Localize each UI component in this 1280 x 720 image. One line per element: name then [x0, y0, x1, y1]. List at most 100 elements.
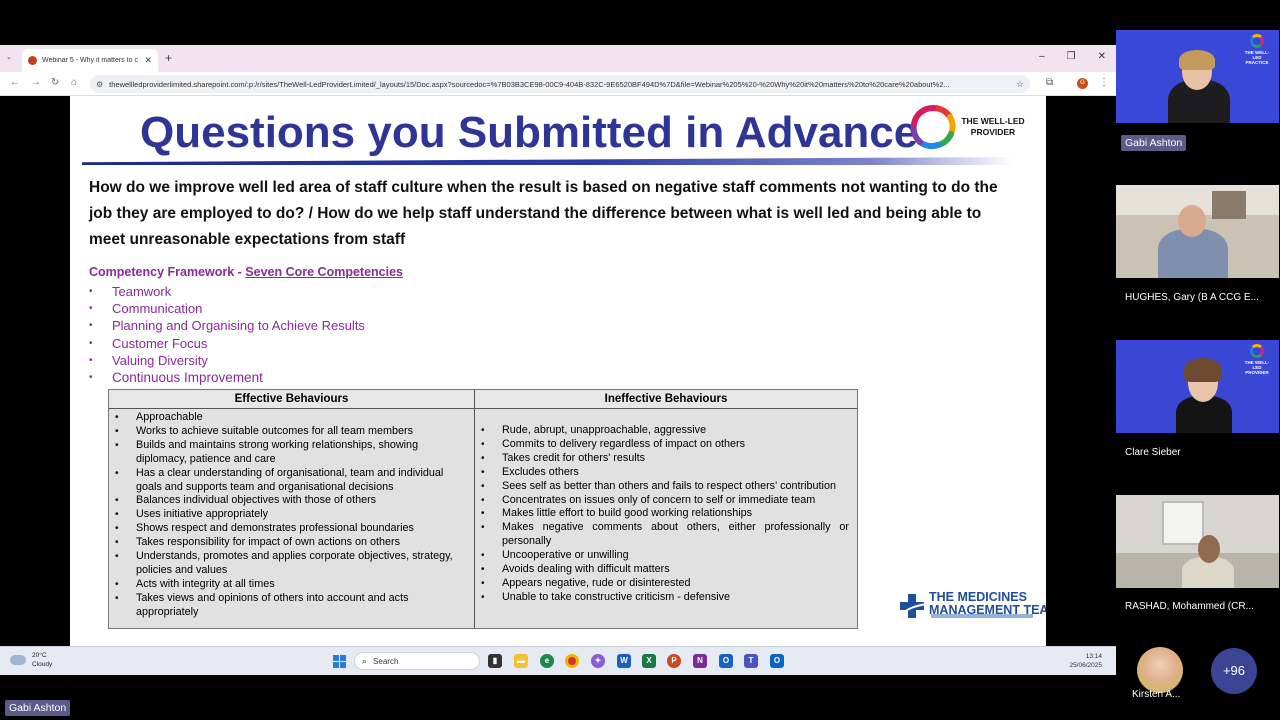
word-icon[interactable]: W — [617, 654, 631, 668]
list-item: Balances individual objectives with thos… — [115, 494, 466, 508]
participant-name: Kirsten A... — [1132, 689, 1181, 700]
active-speaker-badge: Gabi Ashton — [5, 700, 71, 716]
participant-face — [1198, 535, 1220, 563]
competency-item: • Communication — [89, 301, 203, 317]
effective-behaviours-header: Effective Behaviours — [109, 390, 474, 409]
competency-list: • Teamwork • Communication • Planning and O… — [89, 283, 365, 386]
forward-icon[interactable]: → — [31, 77, 41, 88]
list-item: Appears negative, rude or disinterested — [481, 577, 849, 591]
list-item: Rude, abrupt, unapproachable, aggressive — [481, 424, 849, 438]
edge-icon[interactable]: e — [540, 654, 554, 668]
list-item: Unable to take constructive criticism - … — [481, 591, 849, 605]
tab-title: Webinar 5 - Why it matters to c — [42, 57, 138, 64]
windows-taskbar: 20°C Cloudy ⌕ Search ▮ ▬ e ✦ W X P N O T O… — [0, 646, 1116, 675]
list-item: Makes negative comments about others, ei… — [481, 521, 849, 549]
reload-icon[interactable]: ↻ — [51, 77, 59, 88]
medicines-management-team-logo: THE MEDICINES MANAGEMENT TEAM — [898, 590, 1046, 622]
more-participants-button[interactable]: +96 — [1211, 648, 1257, 694]
browser-tab-bar: ⌄ Webinar 5 - Why it matters to c ✕ + – … — [0, 45, 1116, 72]
well-led-logo-icon — [1250, 344, 1264, 358]
list-item: Concentrates on issues only of concern t… — [481, 494, 849, 508]
medical-cross-icon — [900, 594, 927, 618]
outlook-new-icon[interactable]: O — [770, 654, 784, 668]
more-menu-icon[interactable]: ⋮ — [1099, 77, 1109, 88]
weather-widget[interactable]: 20°C Cloudy — [10, 651, 52, 669]
participant-tile-clare[interactable]: THE WELL-LED PROVIDER — [1116, 340, 1279, 433]
tab-close-icon[interactable]: ✕ — [144, 56, 152, 65]
participant-name: RASHAD, Mohammed (CR... — [1125, 601, 1254, 612]
excel-icon[interactable]: X — [642, 654, 656, 668]
taskbar-clock[interactable]: 13:14 25/06/2025 — [1069, 652, 1102, 670]
chrome-icon[interactable] — [565, 654, 579, 668]
participant-face — [1178, 205, 1206, 237]
participant-name: Clare Sieber — [1125, 447, 1181, 458]
competency-item: • Planning and Organising to Achieve Resu… — [89, 318, 365, 334]
competency-item: • Teamwork — [89, 284, 172, 300]
powerpoint-icon[interactable]: P — [667, 654, 681, 668]
avatar[interactable] — [1137, 647, 1183, 693]
browser-viewport: Questions you Submitted in Advance THE W… — [0, 96, 1116, 646]
list-item: Takes views and opinions of others into … — [115, 592, 466, 620]
new-tab-icon[interactable]: + — [165, 51, 172, 65]
ineffective-behaviours-header: Ineffective Behaviours — [475, 390, 857, 409]
participant-tile-gabi[interactable]: THE WELL-LED PRACTICE — [1116, 30, 1279, 123]
well-led-provider-logo-icon — [910, 104, 956, 150]
list-item: Avoids dealing with difficult matters — [481, 563, 849, 577]
site-info-icon[interactable]: ⚙ — [96, 80, 103, 89]
list-item: Shows respect and demonstrates professio… — [115, 522, 466, 536]
list-item: Commits to delivery regardless of impact… — [481, 438, 849, 452]
participant-hair — [1184, 358, 1222, 382]
minimize-icon[interactable]: – — [1039, 51, 1045, 62]
clock-time: 13:14 — [1085, 653, 1102, 660]
ineffective-behaviours-list: Rude, abrupt, unapproachable, aggressive… — [475, 409, 857, 605]
effective-behaviours-column: Effective Behaviours Approachable Works … — [109, 390, 475, 628]
competency-heading-link[interactable]: Seven Core Competencies — [245, 265, 403, 279]
competency-item: • Continuous Improvement — [89, 370, 263, 386]
url-input[interactable]: ⚙ thewellledproviderlimited.sharepoint.c… — [90, 75, 1030, 93]
tab-list-icon[interactable]: ⌄ — [6, 54, 12, 61]
list-item: Takes credit for others' results — [481, 452, 849, 466]
outlook-icon[interactable]: O — [719, 654, 733, 668]
participant-hair — [1179, 50, 1215, 70]
well-led-practice-logo: THE WELL-LED PRACTICE — [1241, 34, 1273, 65]
competency-item: • Valuing Diversity — [89, 352, 208, 368]
powerpoint-favicon-icon — [28, 56, 37, 65]
home-icon[interactable]: ⌂ — [71, 77, 77, 88]
list-item: Approachable — [115, 411, 466, 425]
list-item: Works to achieve suitable outcomes for a… — [115, 425, 466, 439]
back-icon[interactable]: ← — [10, 77, 20, 88]
windows-start-icon[interactable] — [333, 655, 346, 668]
participant-tile-rashad[interactable] — [1116, 495, 1279, 588]
teams-icon[interactable]: T — [744, 654, 758, 668]
maximize-icon[interactable]: ❐ — [1067, 51, 1076, 62]
task-view-icon[interactable]: ▮ — [488, 654, 502, 668]
slide-title: Questions you Submitted in Advance — [140, 108, 919, 157]
close-window-icon[interactable]: ✕ — [1098, 51, 1106, 62]
question-text: How do we improve well led area of staff… — [89, 179, 998, 248]
profile-avatar[interactable]: G — [1077, 78, 1088, 89]
search-icon: ⌕ — [362, 655, 368, 666]
well-led-logo-icon — [1250, 34, 1264, 48]
participant-tile-hughes[interactable] — [1116, 185, 1279, 278]
shared-screen: ⌄ Webinar 5 - Why it matters to c ✕ + – … — [0, 45, 1116, 675]
onenote-icon[interactable]: N — [693, 654, 707, 668]
ineffective-behaviours-column: Ineffective Behaviours Rude, abrupt, una… — [475, 390, 857, 628]
participant-background — [1212, 191, 1246, 219]
participant-video — [1162, 501, 1204, 545]
weather-temp: 20°C — [32, 652, 47, 659]
taskbar-search-input[interactable]: ⌕ Search — [354, 652, 480, 670]
list-item: Sees self as better than others and fail… — [481, 480, 849, 494]
list-item: Acts with integrity at all times — [115, 578, 466, 592]
copilot-icon[interactable]: ✦ — [591, 654, 605, 668]
bookmark-star-icon[interactable]: ☆ — [1016, 79, 1024, 90]
effective-behaviours-list: Approachable Works to achieve suitable o… — [109, 409, 474, 620]
competency-heading: Competency Framework - Seven Core Compet… — [89, 265, 403, 279]
presentation-slide: Questions you Submitted in Advance THE W… — [70, 96, 1046, 646]
browser-tab[interactable]: Webinar 5 - Why it matters to c ✕ — [22, 49, 158, 72]
list-item: Takes responsibility for impact of own a… — [115, 536, 466, 550]
window-controls: – ❐ ✕ — [1039, 51, 1106, 62]
file-explorer-icon[interactable]: ▬ — [514, 654, 528, 668]
participant-name-badge: Gabi Ashton — [1121, 135, 1187, 151]
logo-strapline-bar — [931, 614, 1033, 618]
extensions-icon[interactable]: ⧉ — [1046, 77, 1053, 88]
